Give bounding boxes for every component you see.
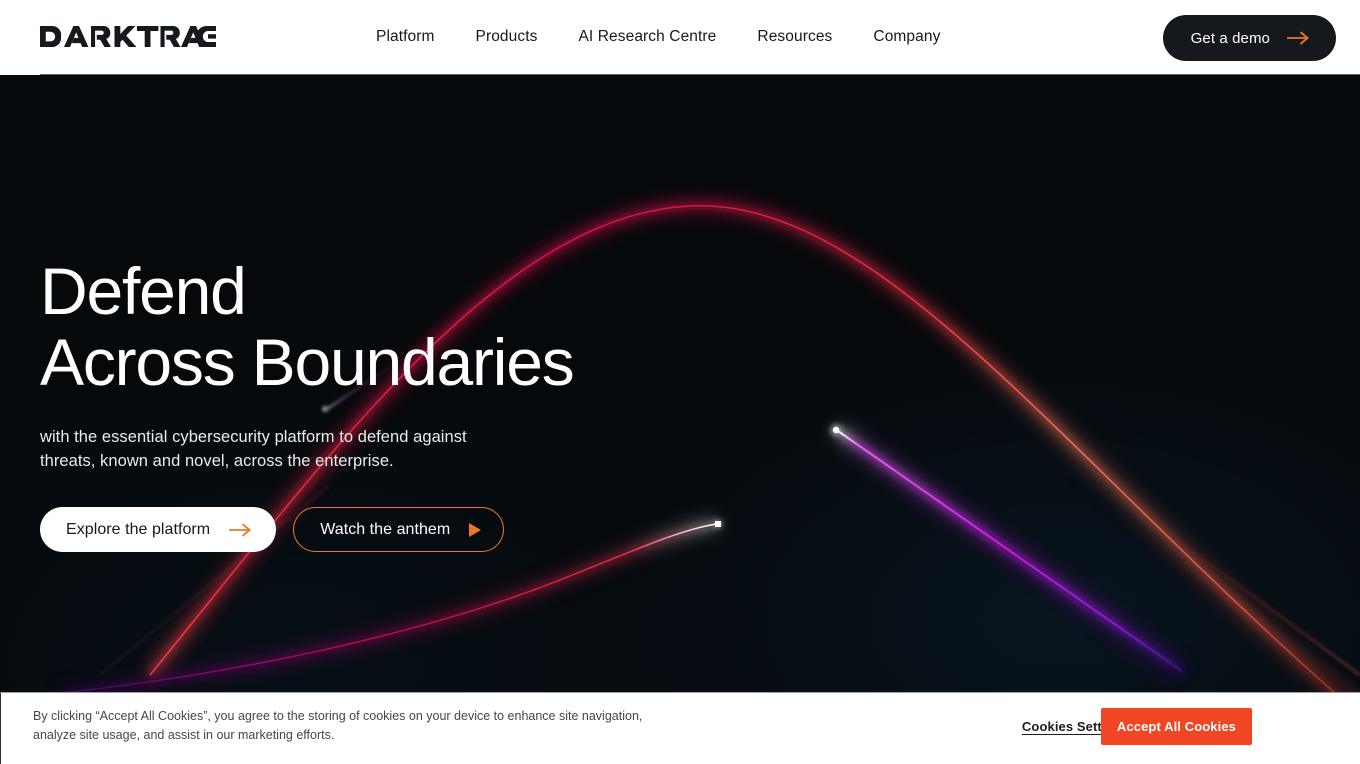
darktrace-wordmark-icon bbox=[40, 26, 216, 48]
hero-section: Defend Across Boundaries with the essent… bbox=[0, 75, 1360, 693]
nav-item-resources[interactable]: Resources bbox=[757, 27, 832, 47]
hero-cta-row: Explore the platform Watch the anthem bbox=[40, 507, 574, 552]
watch-the-anthem-label: Watch the anthem bbox=[320, 520, 451, 538]
explore-the-platform-button[interactable]: Explore the platform bbox=[40, 507, 277, 552]
accept-all-cookies-button[interactable]: Accept All Cookies bbox=[1100, 708, 1252, 745]
explore-the-platform-label: Explore the platform bbox=[66, 520, 211, 538]
play-triangle-icon bbox=[469, 522, 482, 537]
page-title: Defend Across Boundaries bbox=[40, 254, 575, 399]
get-a-demo-button[interactable]: Get a demo bbox=[1162, 15, 1336, 61]
arrow-right-icon bbox=[229, 522, 252, 537]
hero-content: Defend Across Boundaries with the essent… bbox=[40, 254, 575, 552]
hero-subheadline: with the essential cybersecurity platfor… bbox=[40, 428, 467, 470]
nav-item-products[interactable]: Products bbox=[476, 27, 538, 47]
get-a-demo-label: Get a demo bbox=[1190, 29, 1270, 47]
nav-item-company[interactable]: Company bbox=[873, 27, 940, 47]
cookie-consent-message: By clicking “Accept All Cookies”, you ag… bbox=[33, 709, 643, 742]
darktrace-logo[interactable] bbox=[40, 26, 216, 48]
nav-item-platform[interactable]: Platform bbox=[376, 27, 435, 47]
nav-item-ai-research-centre[interactable]: AI Research Centre bbox=[578, 27, 716, 47]
main-navigation: Platform Products AI Research Centre Res… bbox=[376, 27, 940, 47]
arrow-right-icon bbox=[1287, 31, 1309, 45]
page-root: Platform Products AI Research Centre Res… bbox=[0, 0, 1360, 764]
watch-the-anthem-button[interactable]: Watch the anthem bbox=[293, 507, 505, 552]
site-header: Platform Products AI Research Centre Res… bbox=[0, 0, 1360, 75]
